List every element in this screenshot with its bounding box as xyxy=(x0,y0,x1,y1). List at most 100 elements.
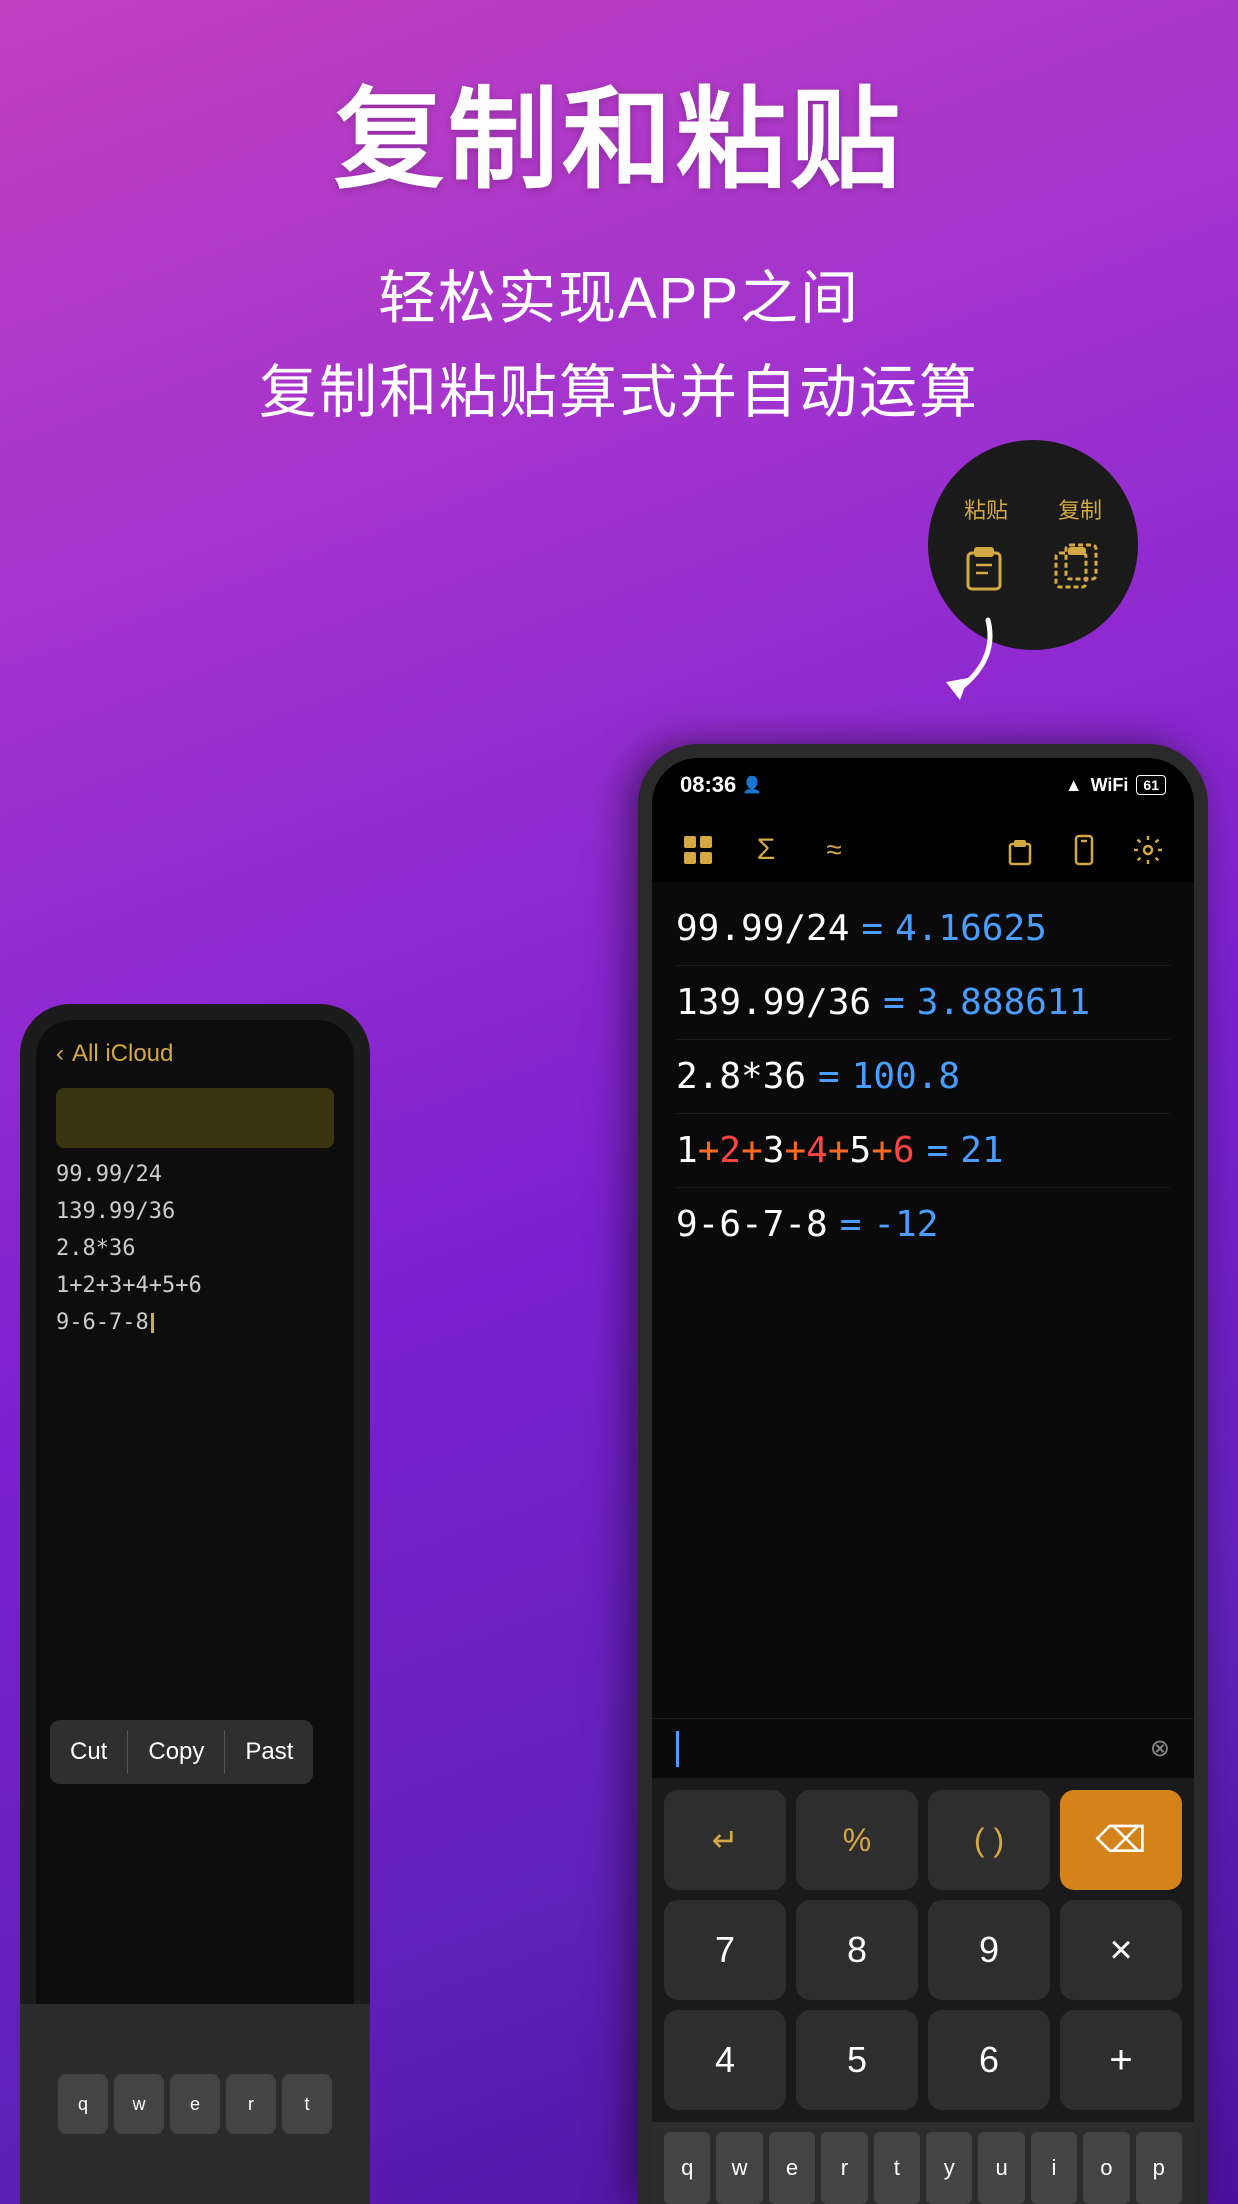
calc-row-1: 99.99/24 = 4.16625 xyxy=(676,892,1170,966)
toolbar-grid-icon[interactable] xyxy=(676,828,720,872)
bkey-q[interactable]: q xyxy=(664,2132,710,2204)
back-phone-screen: ‹ All iCloud 99.99/24 139.99/36 2.8*36 1… xyxy=(36,1020,354,2204)
eq-3: = xyxy=(818,1056,840,1097)
back-phone-list: 99.99/24 139.99/36 2.8*36 1+2+3+4+5+6 9-… xyxy=(36,1078,354,1351)
bkey-t[interactable]: t xyxy=(874,2132,920,2204)
keypad: ↵ % ( ) ⌫ 7 8 9 × 4 5 6 + xyxy=(652,1778,1194,2122)
context-copy[interactable]: Copy xyxy=(128,1730,225,1774)
calc-display: 99.99/24 = 4.16625 139.99/36 = 3.888611 … xyxy=(652,882,1194,1718)
background-phone: ‹ All iCloud 99.99/24 139.99/36 2.8*36 1… xyxy=(20,1004,370,2204)
key-e[interactable]: e xyxy=(170,2074,220,2134)
key-multiply[interactable]: × xyxy=(1060,1900,1182,2000)
sub-title-1: 轻松实现APP之间 xyxy=(0,251,1238,335)
sub-title-2: 复制和粘贴算式并自动运算 xyxy=(0,345,1238,429)
key-parens[interactable]: ( ) xyxy=(928,1790,1050,1890)
context-paste[interactable]: Past xyxy=(225,1730,313,1774)
toolbar-sigma-icon[interactable]: Σ xyxy=(744,828,788,872)
status-person-icon: 👤 xyxy=(742,775,762,795)
paste-icon[interactable] xyxy=(956,535,1018,597)
calc-row-4: 1+2+3+4+5+6 = 21 xyxy=(676,1114,1170,1188)
calc-toolbar: Σ ≈ xyxy=(652,818,1194,882)
eq-5: = xyxy=(840,1204,862,1245)
bkey-r[interactable]: r xyxy=(821,2132,867,2204)
expr-5: 9-6-7-8 xyxy=(676,1204,828,1245)
status-left: 08:36 👤 xyxy=(680,772,762,798)
bkey-u[interactable]: u xyxy=(978,2132,1024,2204)
keyboard-row-1: q w e r t xyxy=(58,2074,332,2134)
key-backspace[interactable]: ⌫ xyxy=(1060,1790,1182,1890)
key-percent[interactable]: % xyxy=(796,1790,918,1890)
bkey-y[interactable]: y xyxy=(926,2132,972,2204)
key-4[interactable]: 4 xyxy=(664,2010,786,2110)
back-item-2: 139.99/36 xyxy=(56,1193,334,1230)
key-enter[interactable]: ↵ xyxy=(664,1790,786,1890)
result-4: 21 xyxy=(960,1130,1003,1171)
toolbar-settings-icon[interactable] xyxy=(1126,828,1170,872)
signal-icon: ▲ xyxy=(1065,775,1083,796)
toolbar-left: Σ ≈ xyxy=(676,828,856,872)
paste-label: 粘贴 xyxy=(964,493,1008,525)
bkey-p[interactable]: p xyxy=(1136,2132,1182,2204)
calc-row-3: 2.8*36 = 100.8 xyxy=(676,1040,1170,1114)
result-3: 100.8 xyxy=(852,1056,960,1097)
key-w[interactable]: w xyxy=(114,2074,164,2134)
status-right: ▲ WiFi 61 xyxy=(1065,775,1166,796)
header-section: 复制和粘贴 轻松实现APP之间 复制和粘贴算式并自动运算 xyxy=(0,0,1238,469)
bkey-i[interactable]: i xyxy=(1031,2132,1077,2204)
wifi-icon: WiFi xyxy=(1091,775,1129,796)
calc-row-5: 9-6-7-8 = -12 xyxy=(676,1188,1170,1261)
key-r[interactable]: r xyxy=(226,2074,276,2134)
key-t[interactable]: t xyxy=(282,2074,332,2134)
status-bar-area: 08:36 👤 ▲ WiFi 61 xyxy=(652,758,1194,818)
front-phone-screen: 08:36 👤 ▲ WiFi 61 xyxy=(652,758,1194,2204)
clear-button[interactable]: ⊗ xyxy=(1150,1734,1170,1763)
result-1: 4.16625 xyxy=(895,908,1047,949)
status-time: 08:36 xyxy=(680,772,736,798)
calc-row-2: 139.99/36 = 3.888611 xyxy=(676,966,1170,1040)
front-phone: 08:36 👤 ▲ WiFi 61 xyxy=(638,744,1208,2204)
back-phone-header: ‹ All iCloud xyxy=(36,1020,354,1078)
back-nav-label: All iCloud xyxy=(72,1040,173,1068)
key-9[interactable]: 9 xyxy=(928,1900,1050,2000)
key-q[interactable]: q xyxy=(58,2074,108,2134)
bottom-keyboard: q w e r t y u i o p xyxy=(652,2122,1194,2204)
phones-wrapper: ‹ All iCloud 99.99/24 139.99/36 2.8*36 1… xyxy=(0,724,1238,2204)
highlight-row xyxy=(56,1088,334,1148)
key-7[interactable]: 7 xyxy=(664,1900,786,2000)
dynamic-island xyxy=(853,772,993,808)
eq-2: = xyxy=(883,982,905,1023)
back-item-3: 2.8*36 xyxy=(56,1230,334,1267)
key-plus[interactable]: + xyxy=(1060,2010,1182,2110)
expr-3: 2.8*36 xyxy=(676,1056,806,1097)
bkey-e[interactable]: e xyxy=(769,2132,815,2204)
bkey-w[interactable]: w xyxy=(716,2132,762,2204)
main-title: 复制和粘贴 xyxy=(0,80,1238,201)
expr-4: 1+2+3+4+5+6 xyxy=(676,1130,915,1171)
context-menu: Cut Copy Past xyxy=(50,1720,313,1784)
toolbar-approx-icon[interactable]: ≈ xyxy=(812,828,856,872)
back-phone-keyboard: q w e r t xyxy=(36,2004,354,2204)
result-5: -12 xyxy=(873,1204,938,1245)
back-item-5: 9-6-7-8 xyxy=(56,1304,334,1341)
calc-input-row[interactable]: ⊗ xyxy=(652,1718,1194,1778)
toolbar-phone-icon[interactable] xyxy=(1062,828,1106,872)
expr-2: 139.99/36 xyxy=(676,982,871,1023)
toolbar-clipboard-icon[interactable] xyxy=(998,828,1042,872)
badge-icons xyxy=(956,535,1110,597)
key-6[interactable]: 6 xyxy=(928,2010,1050,2110)
input-cursor xyxy=(676,1731,679,1767)
back-item-1: 99.99/24 xyxy=(56,1156,334,1193)
status-bar: 08:36 👤 ▲ WiFi 61 xyxy=(652,758,1194,804)
copy-label: 复制 xyxy=(1058,493,1102,525)
back-nav-icon: ‹ xyxy=(56,1040,64,1068)
bkey-o[interactable]: o xyxy=(1083,2132,1129,2204)
toolbar-right xyxy=(998,828,1170,872)
key-5[interactable]: 5 xyxy=(796,2010,918,2110)
key-8[interactable]: 8 xyxy=(796,1900,918,2000)
copy-icon[interactable] xyxy=(1048,535,1110,597)
back-phone-nav: ‹ All iCloud xyxy=(56,1040,334,1068)
expr-1: 99.99/24 xyxy=(676,908,849,949)
back-item-4: 1+2+3+4+5+6 xyxy=(56,1267,334,1304)
eq-1: = xyxy=(861,908,883,949)
context-cut[interactable]: Cut xyxy=(50,1730,128,1774)
